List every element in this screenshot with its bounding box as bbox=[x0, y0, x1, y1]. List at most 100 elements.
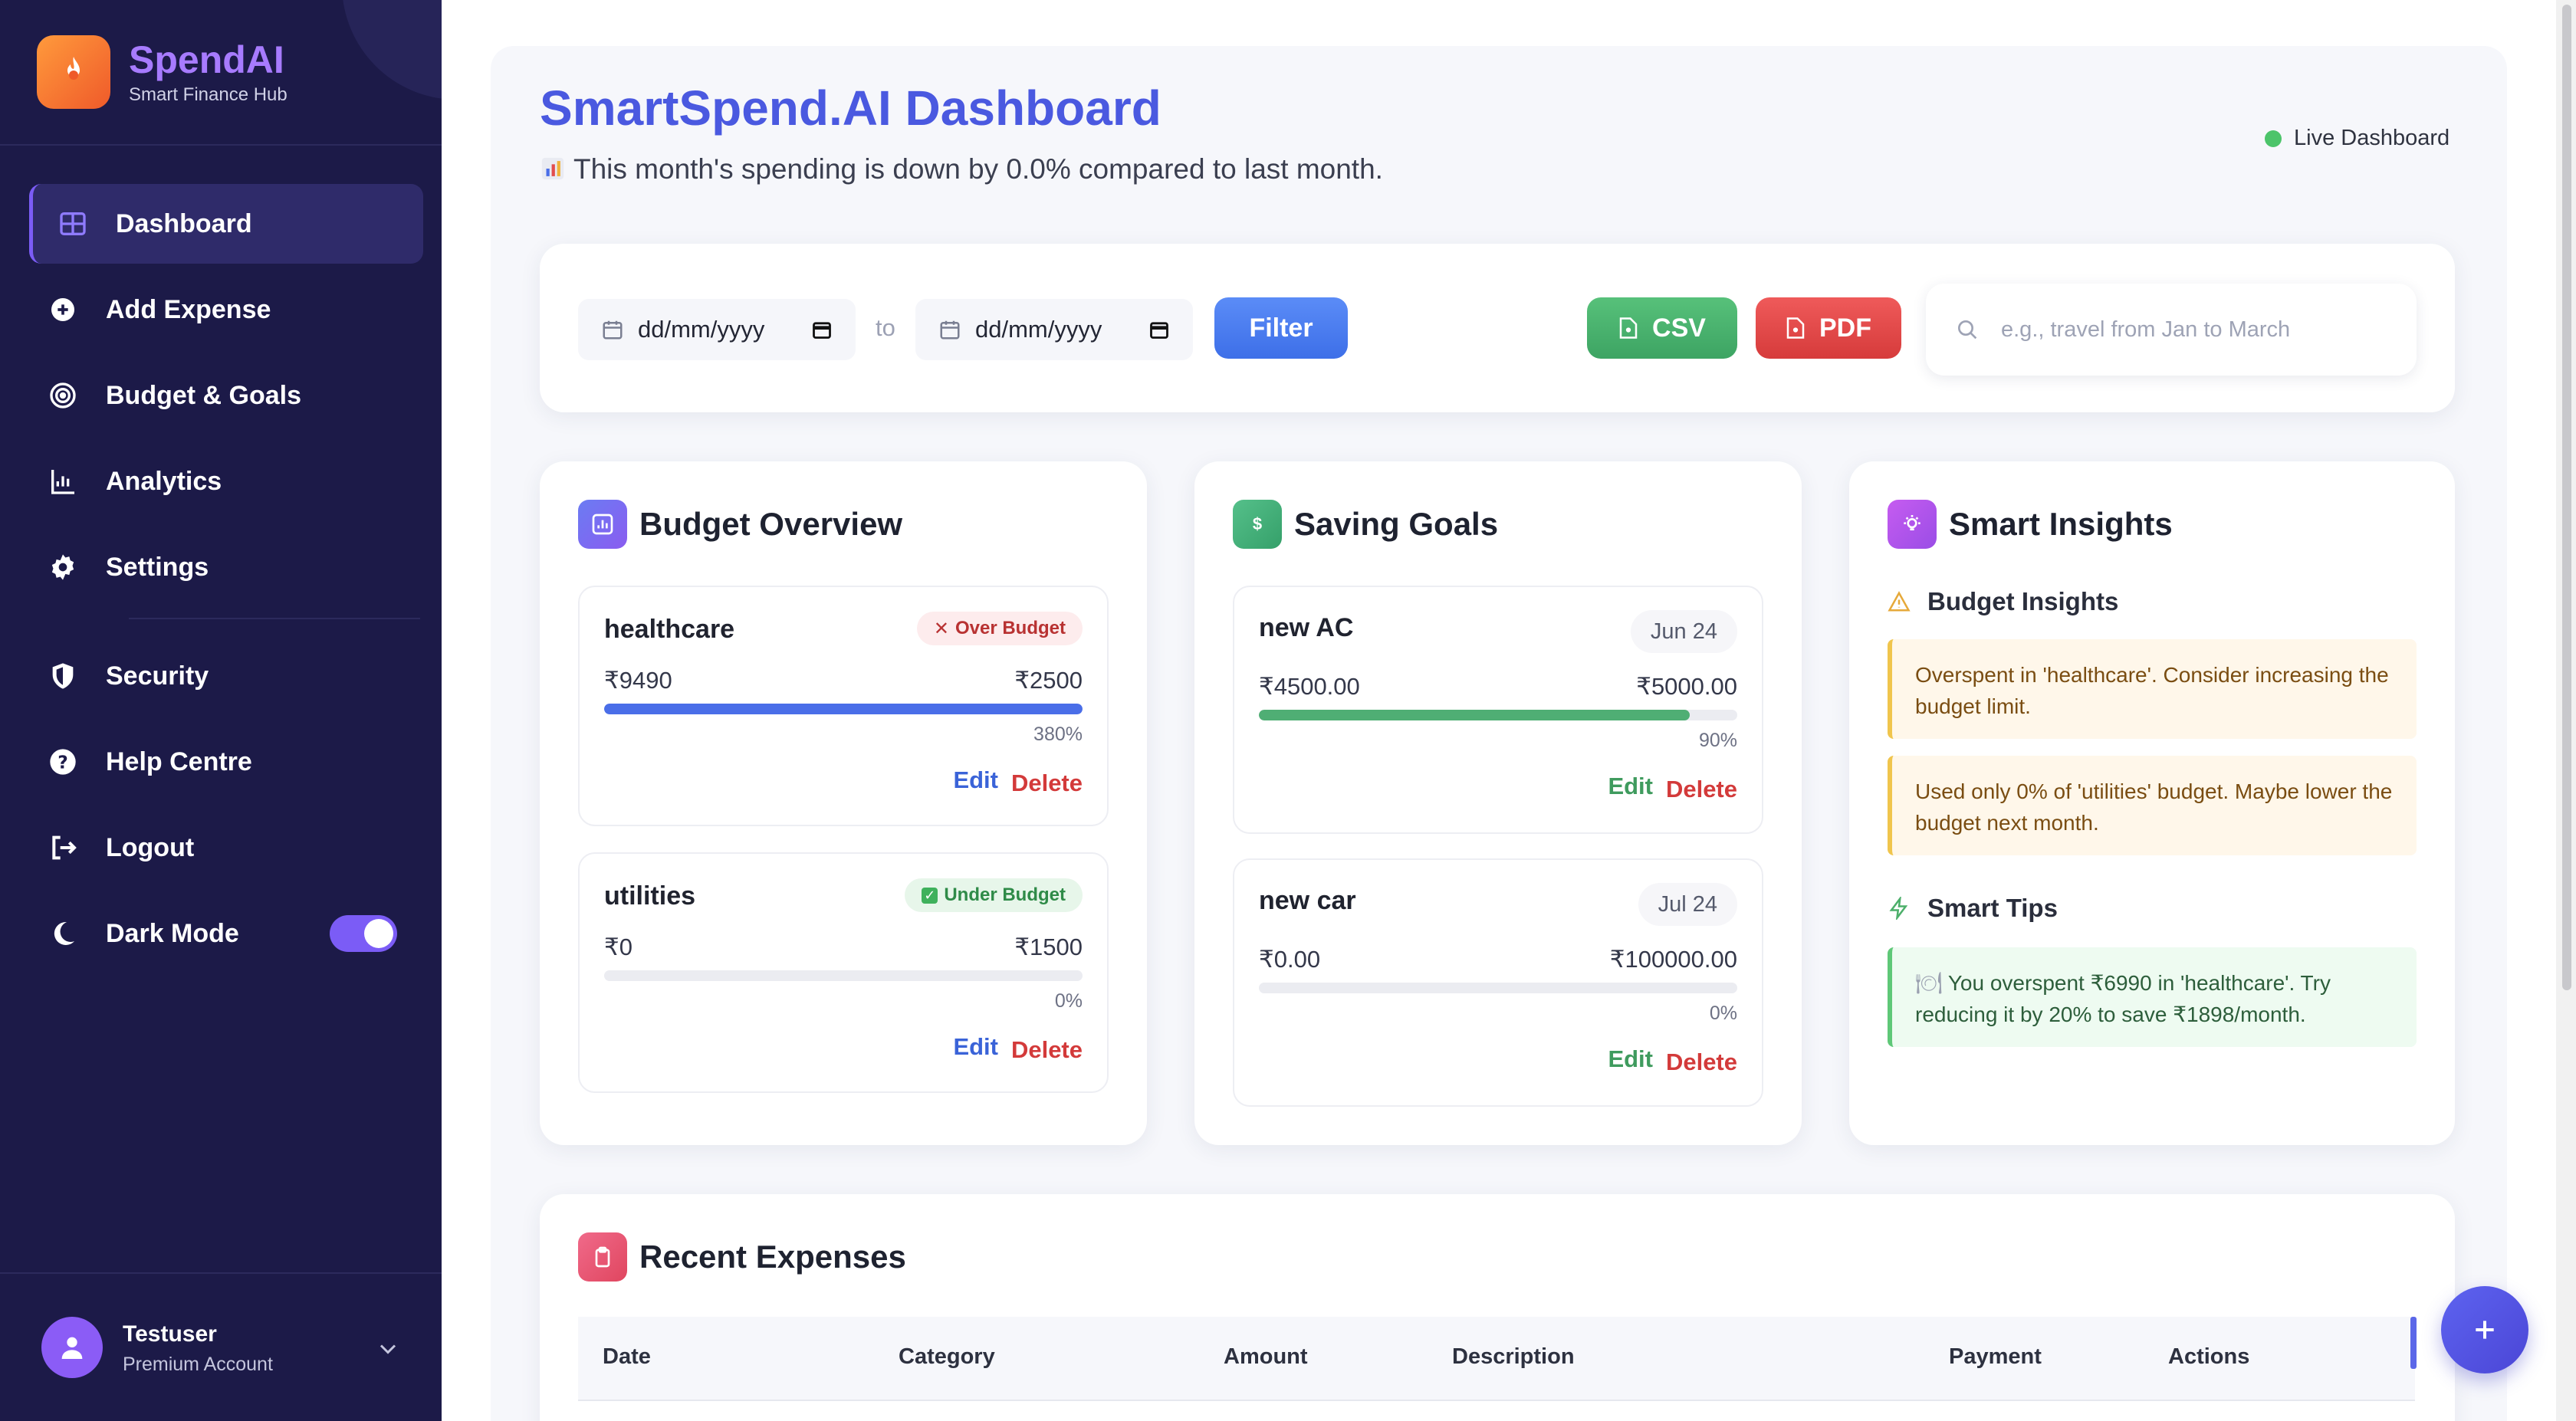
file-icon bbox=[1619, 317, 1638, 339]
budget-percent: 380% bbox=[1033, 724, 1083, 745]
toggle-knob bbox=[364, 919, 393, 948]
search-box bbox=[1926, 284, 2417, 376]
budget-spent: ₹0 bbox=[604, 934, 632, 960]
live-label: Live Dashboard bbox=[2294, 126, 2450, 150]
edit-button[interactable]: Edit bbox=[953, 766, 998, 794]
status-badge: ✓ Under Budget bbox=[905, 878, 1083, 912]
goal-name: new car bbox=[1259, 886, 1356, 915]
user-role: Premium Account bbox=[123, 1354, 273, 1375]
goal-name: new AC bbox=[1259, 613, 1354, 642]
bar-chart-icon bbox=[46, 464, 80, 498]
search-input[interactable] bbox=[2001, 317, 2400, 343]
scrollbar-thumb[interactable] bbox=[2562, 5, 2571, 990]
sidebar-item-label: Dark Mode bbox=[106, 918, 239, 948]
sidebar-item-label: Security bbox=[106, 661, 209, 691]
sidebar-divider bbox=[0, 144, 442, 146]
insight-note: Used only 0% of 'utilities' budget. Mayb… bbox=[1888, 756, 2417, 855]
user-icon bbox=[61, 1337, 83, 1359]
column-description[interactable]: Description bbox=[1452, 1344, 1575, 1370]
plus-icon bbox=[2476, 1321, 2494, 1339]
goal-target: ₹5000.00 bbox=[1636, 673, 1737, 700]
sidebar-item-settings[interactable]: Settings bbox=[29, 527, 423, 607]
date-to-input[interactable]: dd/mm/yyyy bbox=[915, 299, 1193, 360]
budget-progress-bar bbox=[604, 704, 1083, 714]
brand[interactable]: SpendAI Smart Finance Hub bbox=[37, 35, 288, 109]
sidebar-item-analytics[interactable]: Analytics bbox=[29, 441, 423, 521]
budget-overview-title: Budget Overview bbox=[639, 506, 903, 542]
sidebar-item-budget-goals[interactable]: Budget & Goals bbox=[29, 356, 423, 435]
dark-mode-toggle[interactable] bbox=[330, 915, 397, 952]
sidebar-item-add-expense[interactable]: Add Expense bbox=[29, 270, 423, 350]
sidebar-item-help-centre[interactable]: ? Help Centre bbox=[29, 722, 423, 802]
delete-button[interactable]: Delete bbox=[1666, 776, 1737, 803]
smart-insights-title: Smart Insights bbox=[1949, 506, 2173, 542]
add-expense-fab[interactable] bbox=[2441, 1286, 2528, 1373]
column-amount[interactable]: Amount bbox=[1224, 1344, 1308, 1370]
search-icon bbox=[1958, 320, 1977, 340]
budget-category: healthcare bbox=[604, 615, 735, 644]
question-icon: ? bbox=[46, 745, 80, 779]
sidebar-item-logout[interactable]: Logout bbox=[29, 808, 423, 888]
progress-fill bbox=[1259, 710, 1690, 720]
edit-button[interactable]: Edit bbox=[1608, 1045, 1653, 1073]
tip-text: You overspent ₹6990 in 'healthcare'. Try… bbox=[1915, 971, 2331, 1026]
saving-goals-title: Saving Goals bbox=[1294, 506, 1499, 542]
budget-chart-icon bbox=[578, 500, 627, 549]
file-icon bbox=[1786, 317, 1805, 339]
sidebar-item-dashboard[interactable]: Dashboard bbox=[29, 184, 423, 264]
user-profile[interactable]: Testuser Premium Account bbox=[0, 1272, 442, 1421]
smart-tips-title: Smart Tips bbox=[1927, 894, 2058, 922]
progress-fill bbox=[604, 704, 1083, 714]
check-icon: ✓ bbox=[922, 887, 938, 904]
spending-summary: This month's spending is down by 0.0% co… bbox=[573, 153, 1383, 185]
delete-button[interactable]: Delete bbox=[1011, 770, 1083, 797]
pdf-label: PDF bbox=[1819, 313, 1871, 343]
delete-button[interactable]: Delete bbox=[1011, 1036, 1083, 1064]
moon-icon bbox=[46, 917, 80, 950]
sidebar-nav: Dashboard Add Expense Budget & Goals Ana… bbox=[29, 184, 423, 980]
x-icon: ✕ bbox=[933, 618, 949, 639]
svg-text:?: ? bbox=[58, 751, 68, 773]
date-from-input[interactable]: dd/mm/yyyy bbox=[578, 299, 856, 360]
column-date[interactable]: Date bbox=[603, 1344, 651, 1370]
tip-note: 🍽 You overspent ₹6990 in 'healthcare'. T… bbox=[1888, 947, 2417, 1047]
export-csv-button[interactable]: CSV bbox=[1587, 297, 1737, 359]
lightbulb-icon bbox=[1888, 500, 1937, 549]
fork-knife-icon: 🍽 bbox=[1915, 971, 1948, 995]
date-to-value: dd/mm/yyyy bbox=[975, 316, 1102, 343]
calendar-picker-icon bbox=[813, 322, 831, 339]
export-pdf-button[interactable]: PDF bbox=[1756, 297, 1901, 359]
edit-button[interactable]: Edit bbox=[953, 1033, 998, 1061]
column-category[interactable]: Category bbox=[899, 1344, 995, 1370]
sidebar-item-label: Help Centre bbox=[106, 747, 252, 776]
sidebar-item-label: Add Expense bbox=[106, 294, 271, 324]
goal-saved: ₹0.00 bbox=[1259, 946, 1321, 973]
recent-expenses-title: Recent Expenses bbox=[639, 1239, 906, 1275]
status-badge: ✕ Over Budget bbox=[916, 612, 1083, 645]
sidebar-item-security[interactable]: Security bbox=[29, 636, 423, 716]
insight-note: Overspent in 'healthcare'. Consider incr… bbox=[1888, 639, 2417, 739]
recent-expenses-card: Recent Expenses Date Category Amount Des… bbox=[540, 1194, 2455, 1421]
column-payment[interactable]: Payment bbox=[1949, 1344, 2042, 1370]
column-actions[interactable]: Actions bbox=[2168, 1344, 2249, 1370]
status-text: Under Budget bbox=[944, 884, 1066, 905]
edit-button[interactable]: Edit bbox=[1608, 773, 1653, 800]
avatar bbox=[41, 1317, 103, 1378]
date-from-value: dd/mm/yyyy bbox=[638, 316, 765, 343]
chevron-down-icon[interactable] bbox=[374, 1335, 402, 1363]
goal-progress-bar bbox=[1259, 710, 1737, 720]
delete-button[interactable]: Delete bbox=[1666, 1049, 1737, 1076]
goal-date: Jun 24 bbox=[1630, 610, 1737, 653]
table-scroll-indicator[interactable] bbox=[2410, 1317, 2417, 1369]
warning-icon bbox=[1888, 591, 1911, 612]
goal-percent: 0% bbox=[1709, 1003, 1737, 1024]
goal-percent: 90% bbox=[1698, 730, 1737, 751]
filter-button[interactable]: Filter bbox=[1214, 297, 1348, 359]
filter-bar: dd/mm/yyyy to dd/mm/yyyy Filter CSV PDF bbox=[540, 244, 2455, 412]
chart-emoji-icon bbox=[541, 157, 564, 180]
budget-limit: ₹2500 bbox=[1014, 667, 1083, 694]
csv-label: CSV bbox=[1652, 313, 1706, 343]
page-scrollbar[interactable] bbox=[2556, 0, 2576, 1421]
expenses-table-header: Date Category Amount Description Payment… bbox=[578, 1317, 2415, 1401]
budget-percent: 0% bbox=[1054, 990, 1083, 1012]
